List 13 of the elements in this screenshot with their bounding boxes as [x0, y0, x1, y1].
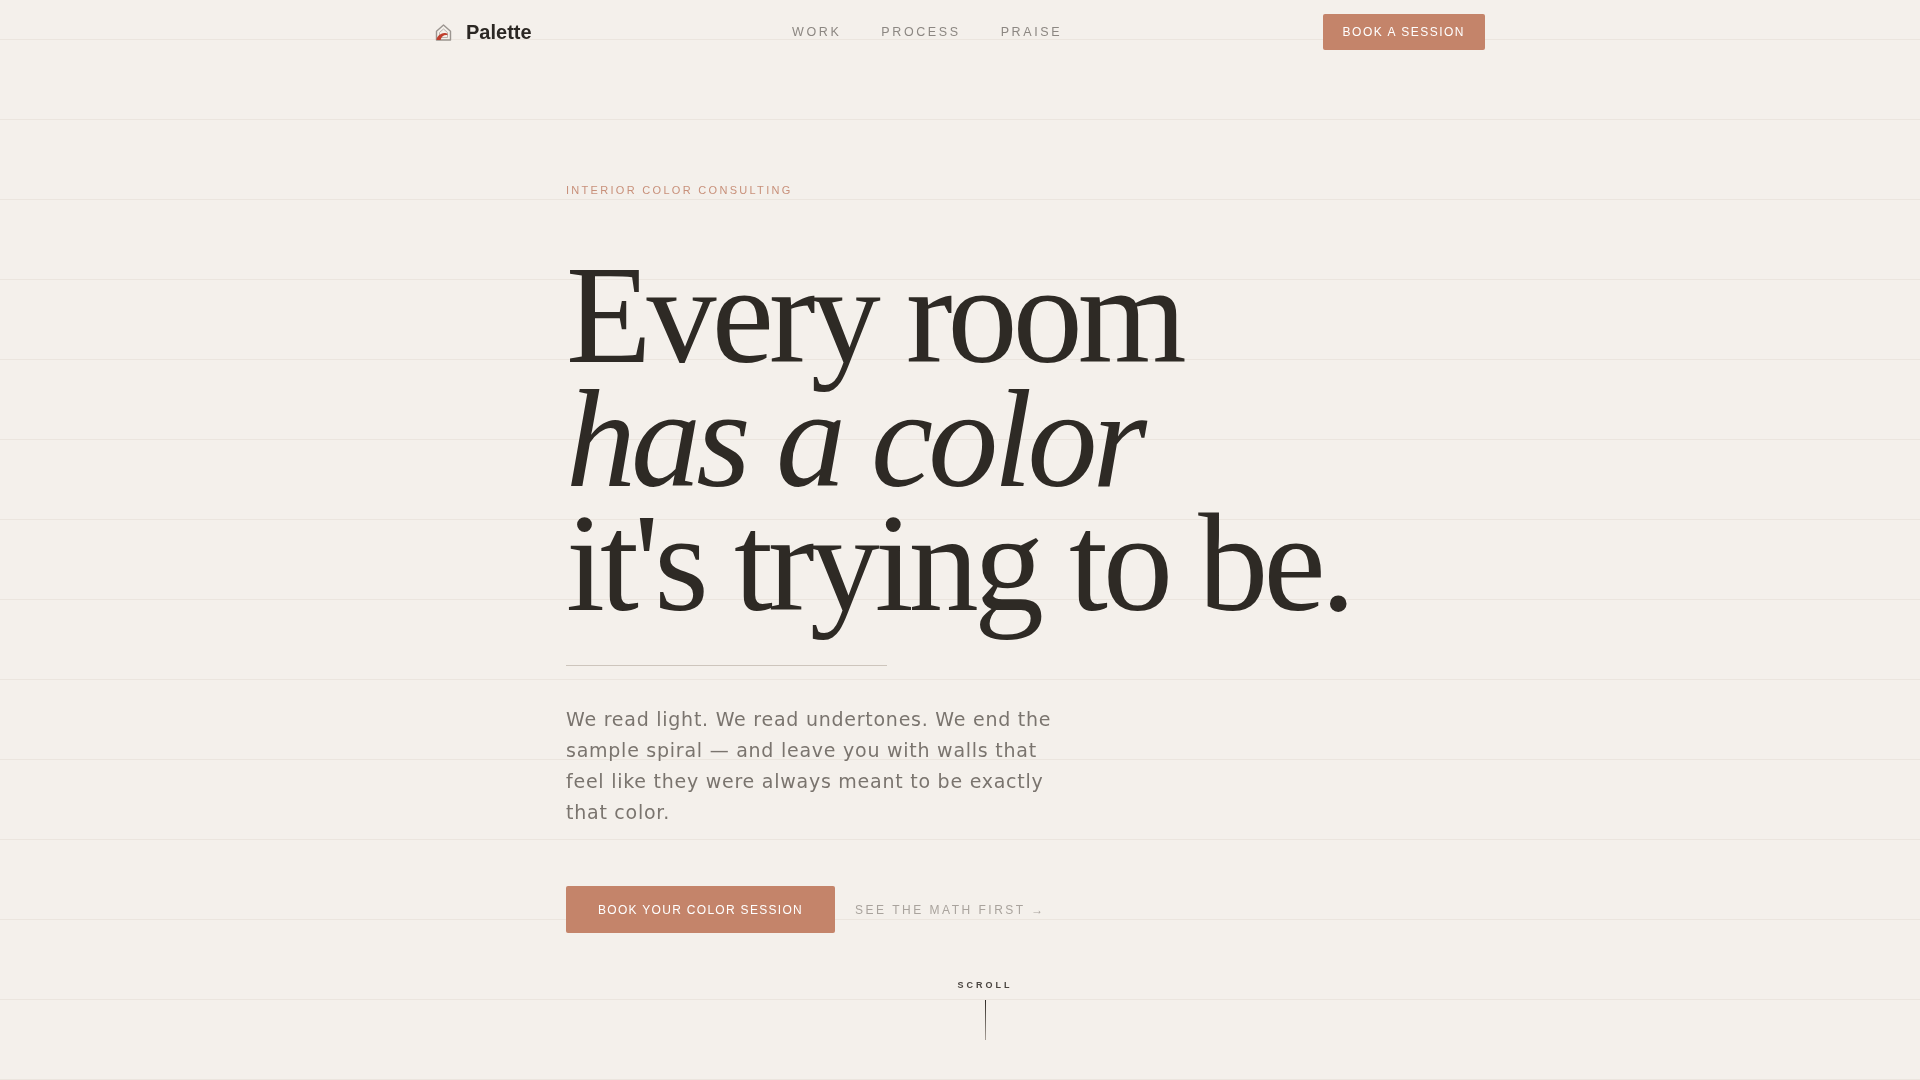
- hero-heading: Every room has a color it's trying to be.: [566, 253, 1352, 642]
- book-session-button[interactable]: BOOK A SESSION: [1322, 14, 1485, 50]
- see-math-link[interactable]: SEE THE MATH FIRST →: [855, 900, 1046, 919]
- house-icon: [435, 23, 452, 41]
- nav-link[interactable]: PRAISE: [1000, 24, 1063, 40]
- eyebrow-label: INTERIOR COLOR CONSULTING: [566, 183, 793, 198]
- brand-logo[interactable]: Palette: [435, 22, 532, 42]
- book-color-session-button[interactable]: BOOK YOUR COLOR SESSION: [566, 886, 836, 933]
- nav-link[interactable]: PROCESS: [881, 24, 961, 40]
- hero-description: We read light. We read undertones. We end the sample spiral — and leave you with walls that feel like they were always meant to be exactly that color.: [566, 707, 1053, 825]
- scroll-label: SCROLL: [957, 979, 1013, 991]
- nav-link[interactable]: WORK: [792, 24, 842, 40]
- scroll-line: [984, 1000, 986, 1040]
